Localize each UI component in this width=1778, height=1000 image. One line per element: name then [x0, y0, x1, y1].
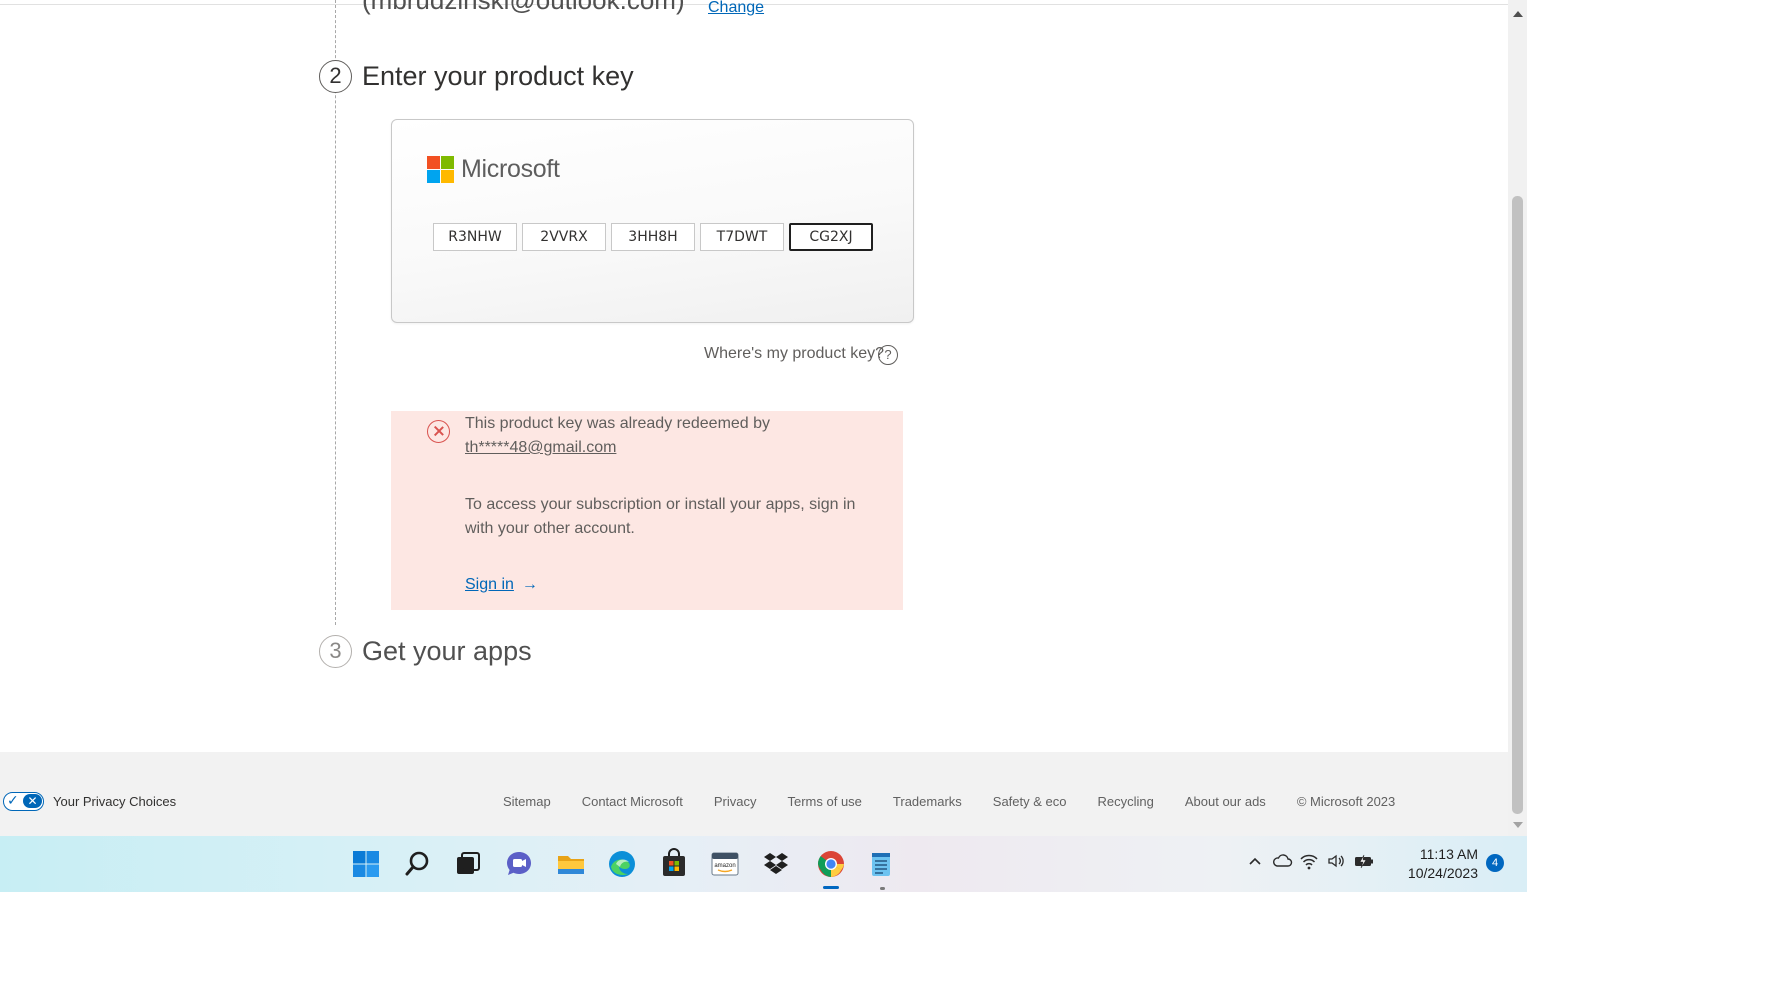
footer-copyright: © Microsoft 2023 [1296, 794, 1396, 809]
sign-in-label[interactable]: Sign in [465, 576, 514, 593]
battery-charging-icon[interactable] [1353, 852, 1375, 870]
footer-links: Sitemap Contact Microsoft Privacy Terms … [503, 794, 1395, 809]
error-message-box: This product key was already redeemed by… [391, 411, 903, 610]
scroll-down-arrow-icon[interactable] [1513, 822, 1523, 828]
edge-icon[interactable] [606, 848, 638, 880]
footer-link-contact[interactable]: Contact Microsoft [582, 794, 683, 809]
redeemed-email-link[interactable]: th*****48@gmail.com [465, 436, 616, 460]
product-key-inputs: R3NHW 2VVRX 3HH8H T7DWT CG2XJ [433, 223, 873, 251]
wifi-icon[interactable] [1299, 852, 1319, 870]
step-2-title: Enter your product key [362, 61, 634, 91]
product-key-segment-3[interactable]: 3HH8H [611, 223, 695, 251]
error-x-circle-icon [427, 420, 450, 443]
error-text-line2b: with your other account. [465, 520, 635, 537]
product-key-segment-1[interactable]: R3NHW [433, 223, 517, 251]
change-account-link[interactable]: Change [708, 0, 764, 17]
task-view-icon[interactable] [452, 848, 484, 880]
steps-connector-line [335, 0, 336, 625]
chrome-icon[interactable] [815, 848, 847, 880]
account-email: (mbrudzinski@outlook.com) [362, 0, 685, 15]
active-app-indicator [823, 886, 839, 889]
running-app-indicator [880, 887, 885, 890]
microsoft-logo-icon [427, 156, 455, 184]
product-key-segment-4[interactable]: T7DWT [700, 223, 784, 251]
scroll-up-arrow-icon[interactable] [1513, 11, 1523, 17]
chevron-up-icon[interactable] [1246, 852, 1264, 870]
microsoft-wordmark: Microsoft [461, 155, 560, 183]
page-footer: ✓ ✕ Your Privacy Choices Sitemap Contact … [0, 752, 1508, 836]
notification-badge[interactable]: 4 [1486, 854, 1504, 872]
clock-time: 11:13 AM [1419, 846, 1478, 862]
store-icon[interactable] [658, 848, 690, 880]
footer-link-recycling[interactable]: Recycling [1098, 794, 1154, 809]
footer-link-about-ads[interactable]: About our ads [1185, 794, 1266, 809]
product-key-segment-2[interactable]: 2VVRX [522, 223, 606, 251]
step-3-title: Get your apps [362, 636, 532, 666]
privacy-choices-link[interactable]: Your Privacy Choices [53, 794, 176, 809]
windows-taskbar: amazon 11:13 AM 10/24/2023 4 [0, 836, 1527, 892]
privacy-choices-icon[interactable]: ✓ ✕ [3, 792, 44, 811]
file-explorer-icon[interactable] [555, 848, 587, 880]
product-key-segment-5[interactable]: CG2XJ [789, 223, 873, 251]
sign-in-link[interactable]: Sign in → [465, 576, 538, 594]
footer-link-sitemap[interactable]: Sitemap [503, 794, 551, 809]
browser-viewport: (mbrudzinski@outlook.com) Change 2 Enter… [0, 0, 1527, 836]
step-2-number: 2 [319, 60, 352, 93]
notepad-icon[interactable] [865, 848, 897, 880]
footer-link-privacy[interactable]: Privacy [714, 794, 757, 809]
dropbox-icon[interactable] [760, 848, 792, 880]
vertical-scrollbar[interactable] [1508, 0, 1527, 836]
scrollbar-thumb[interactable] [1512, 196, 1523, 814]
clock-date: 10/24/2023 [1407, 865, 1478, 881]
error-text-line1: This product key was already redeemed by [465, 415, 771, 432]
volume-icon[interactable] [1326, 852, 1346, 870]
footer-link-trademarks[interactable]: Trademarks [893, 794, 962, 809]
svg-text:amazon: amazon [714, 863, 735, 869]
product-key-card: Microsoft R3NHW 2VVRX 3HH8H T7DWT CG2XJ [391, 119, 914, 323]
arrow-right-icon: → [521, 576, 538, 593]
footer-link-terms[interactable]: Terms of use [787, 794, 861, 809]
windows-start-icon[interactable] [350, 848, 382, 880]
error-text-line2a: To access your subscription or install y… [465, 496, 856, 513]
onedrive-cloud-icon[interactable] [1271, 852, 1293, 870]
footer-link-safety[interactable]: Safety & eco [993, 794, 1067, 809]
chat-icon[interactable] [503, 848, 535, 880]
system-clock[interactable]: 11:13 AM 10/24/2023 [1404, 845, 1478, 883]
step-3-number: 3 [319, 635, 352, 668]
amazon-icon[interactable]: amazon [709, 848, 741, 880]
wheres-my-product-key-link[interactable]: Where's my product key? [704, 345, 884, 363]
search-icon[interactable] [402, 848, 434, 880]
question-circle-icon[interactable]: ? [878, 345, 898, 365]
